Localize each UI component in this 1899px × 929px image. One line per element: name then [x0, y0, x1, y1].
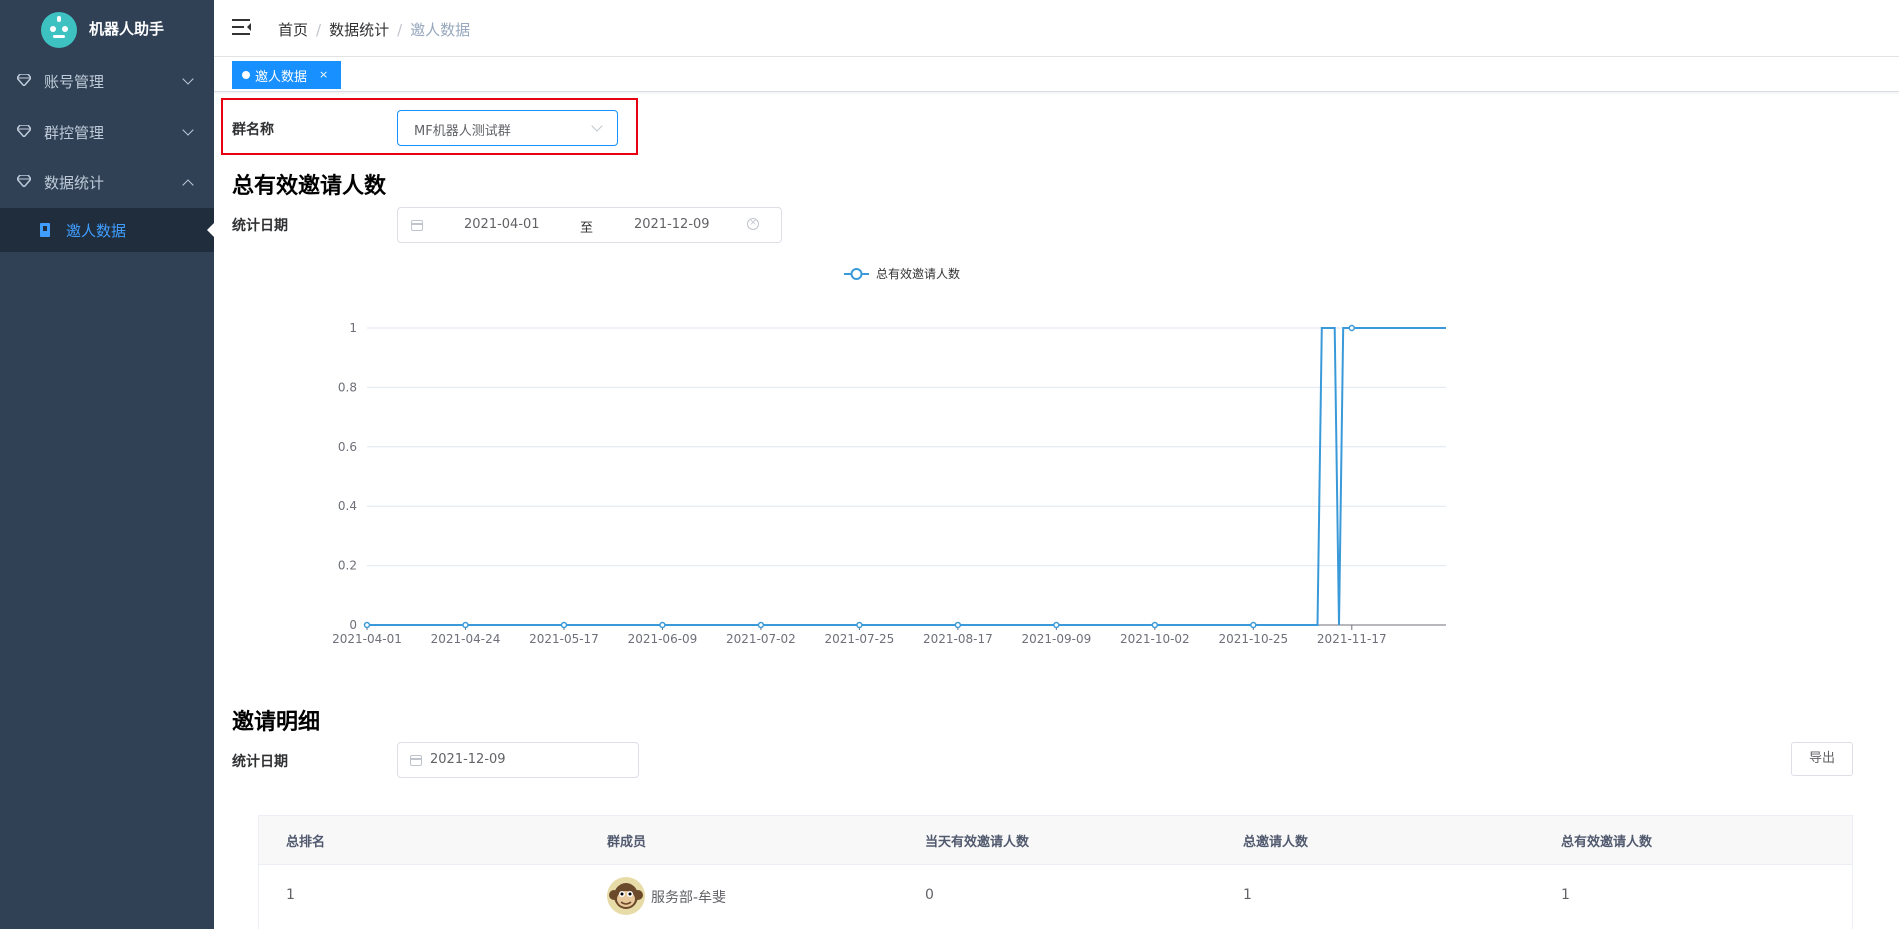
- x-tick-label: 2021-04-24: [431, 632, 501, 646]
- data-point: [954, 621, 962, 629]
- x-tick-label: 2021-07-25: [825, 632, 895, 646]
- x-tick-label: 2021-05-17: [529, 632, 599, 646]
- invite-table: 总排名 群成员 当天有效邀请人数 总邀请人数 总有效邀请人数 1 服务部-牟斐 …: [258, 815, 1853, 929]
- data-point: [1348, 324, 1356, 332]
- table-header: 总排名 群成员 当天有效邀请人数 总邀请人数 总有效邀请人数: [259, 816, 1852, 865]
- x-tick-label: 2021-07-02: [726, 632, 796, 646]
- monkey-avatar-icon: [607, 877, 645, 915]
- y-tick-label: 0: [349, 618, 357, 632]
- series-line: [367, 327, 1446, 626]
- y-tick-label: 0.4: [338, 499, 357, 513]
- cell-member: 服务部-牟斐: [651, 890, 727, 906]
- x-tick-label: 2021-04-01: [332, 632, 402, 646]
- col-rank[interactable]: 总排名: [286, 831, 325, 850]
- section-title-invite-detail: 邀请明细: [232, 710, 321, 735]
- x-tick-label: 2021-11-17: [1317, 632, 1387, 646]
- col-member[interactable]: 群成员: [607, 831, 646, 850]
- x-tick-label: 2021-10-02: [1120, 632, 1190, 646]
- export-button[interactable]: 导出: [1791, 742, 1853, 776]
- cell-rank: 1: [286, 887, 295, 903]
- detail-date-label: 统计日期: [232, 754, 288, 770]
- cell-total-valid: 1: [1561, 887, 1570, 903]
- y-tick-label: 1: [349, 321, 357, 335]
- col-today-valid[interactable]: 当天有效邀请人数: [925, 831, 1029, 850]
- data-point: [1151, 621, 1159, 629]
- line-chart: 0 0.2 0.4 0.6 0.8 1 2021-04-01 2021-04-24 2021-0…: [332, 266, 1446, 646]
- data-point: [560, 621, 568, 629]
- data-point: [757, 621, 765, 629]
- data-point: [856, 621, 863, 629]
- avatar: [607, 877, 645, 915]
- x-tick-label: 2021-08-17: [923, 632, 993, 646]
- calendar-icon: [410, 755, 422, 766]
- x-tick-label: 2021-09-09: [1021, 632, 1091, 646]
- data-point: [363, 621, 371, 629]
- col-total-valid[interactable]: 总有效邀请人数: [1561, 831, 1652, 850]
- x-tick-label: 2021-10-25: [1218, 632, 1288, 646]
- y-tick-label: 0.2: [338, 559, 357, 573]
- data-point: [462, 621, 469, 629]
- table-row[interactable]: 1 服务部-牟斐 0 1 1: [259, 865, 1852, 929]
- y-tick-label: 0.6: [338, 440, 357, 454]
- y-tick-label: 0.8: [338, 380, 357, 394]
- cell-today-valid: 0: [925, 887, 934, 903]
- cell-total: 1: [1243, 887, 1252, 903]
- legend-marker: [850, 268, 863, 280]
- detail-date-picker[interactable]: 2021-12-09: [397, 742, 639, 778]
- data-point: [1053, 621, 1060, 629]
- legend-label: 总有效邀请人数: [876, 266, 960, 281]
- x-tick-label: 2021-06-09: [628, 632, 698, 646]
- col-total[interactable]: 总邀请人数: [1243, 831, 1308, 850]
- detail-date-value: 2021-12-09: [430, 752, 506, 767]
- data-point: [1250, 621, 1257, 629]
- data-point: [659, 621, 666, 629]
